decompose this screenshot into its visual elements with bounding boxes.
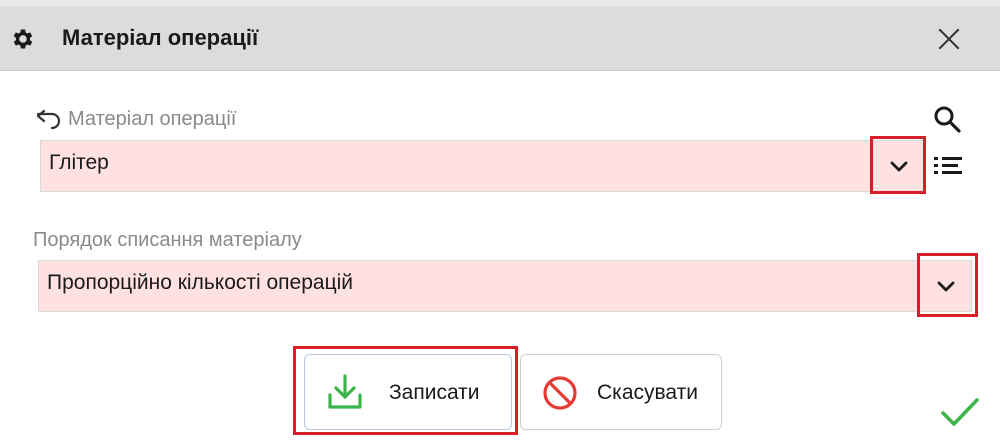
cancel-button-label: Скасувати [597, 381, 698, 404]
dialog-title: Матеріал операції [62, 25, 259, 50]
prohibited-icon [543, 376, 577, 410]
chevron-down-icon[interactable] [890, 161, 908, 173]
back-arrow-icon[interactable] [36, 108, 62, 130]
order-select[interactable]: Пропорційно кількості операцій [38, 260, 972, 312]
cancel-button[interactable]: Скасувати [520, 354, 722, 430]
material-select[interactable]: Глітер [40, 140, 925, 192]
list-icon[interactable] [932, 150, 966, 180]
download-icon [328, 374, 362, 409]
search-icon[interactable] [932, 104, 962, 134]
checkmark-icon[interactable] [940, 396, 980, 428]
order-value: Пропорційно кількості операцій [47, 271, 353, 294]
chevron-down-icon[interactable] [937, 281, 955, 293]
order-label: Порядок списання матеріалу [33, 229, 302, 251]
close-icon[interactable] [936, 26, 962, 52]
gear-icon [13, 29, 33, 49]
save-button-label: Записати [389, 381, 480, 404]
material-label: Матеріал операції [68, 108, 237, 130]
material-value: Глітер [49, 151, 109, 174]
save-button[interactable]: Записати [304, 354, 512, 430]
dialog-title-bar: Матеріал операції [0, 6, 1000, 71]
